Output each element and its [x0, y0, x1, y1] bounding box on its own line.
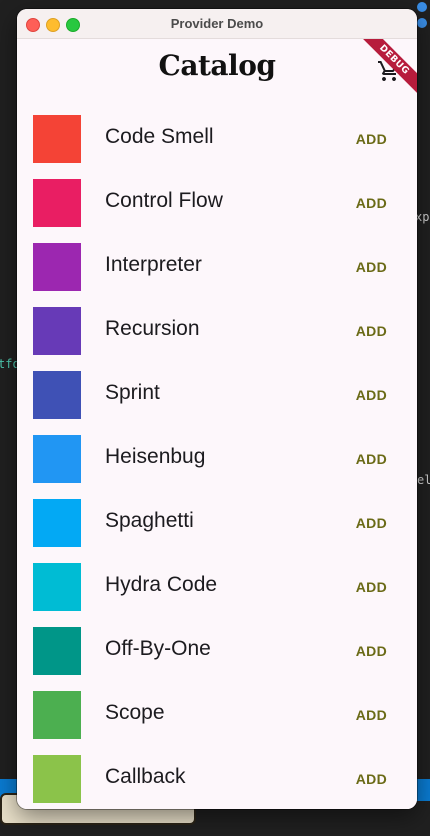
add-to-cart-button[interactable]: ADD: [348, 123, 395, 155]
background-panel-fragment: [417, 0, 430, 80]
add-to-cart-button[interactable]: ADD: [348, 635, 395, 667]
item-color-swatch: [33, 179, 81, 227]
add-to-cart-button[interactable]: ADD: [348, 443, 395, 475]
window-title: Provider Demo: [170, 16, 264, 31]
add-to-cart-button[interactable]: ADD: [348, 187, 395, 219]
item-name: Sprint: [105, 381, 160, 404]
list-item: Heisenbug ADD: [17, 435, 417, 499]
item-color-swatch: [33, 243, 81, 291]
list-item: Scope ADD: [17, 691, 417, 755]
window-titlebar[interactable]: Provider Demo: [17, 9, 417, 39]
background-status-dot: [417, 2, 427, 12]
list-item: Callback ADD: [17, 755, 417, 809]
list-item: Spaghetti ADD: [17, 499, 417, 563]
item-name: Code Smell: [105, 125, 214, 148]
item-color-swatch: [33, 371, 81, 419]
item-color-swatch: [33, 499, 81, 547]
catalog-list: Code Smell ADD Control Flow ADD Interpreter A…: [17, 115, 417, 809]
item-name: Hydra Code: [105, 573, 218, 596]
add-to-cart-button[interactable]: ADD: [348, 507, 395, 539]
item-name: Interpreter: [105, 253, 202, 276]
list-item: Off-By-One ADD: [17, 627, 417, 691]
item-name: Spaghetti: [105, 509, 194, 532]
item-name: Scope: [105, 701, 165, 724]
app-bar: Catalog: [17, 39, 417, 97]
list-item: Code Smell ADD: [17, 115, 417, 179]
item-name: Heisenbug: [105, 445, 206, 468]
add-to-cart-button[interactable]: ADD: [348, 251, 395, 283]
background-status-dot: [417, 18, 427, 28]
list-item: Hydra Code ADD: [17, 563, 417, 627]
add-to-cart-button[interactable]: ADD: [348, 379, 395, 411]
item-color-swatch: [33, 563, 81, 611]
item-name: Off-By-One: [105, 637, 211, 660]
item-name: Callback: [105, 765, 186, 788]
list-item: Interpreter ADD: [17, 243, 417, 307]
app-window: Provider Demo DEBUG Catalog Code Smell AD…: [17, 9, 417, 809]
item-color-swatch: [33, 691, 81, 739]
item-name: Control Flow: [105, 189, 223, 212]
item-color-swatch: [33, 115, 81, 163]
background-code-fragment: xp: [415, 210, 430, 224]
add-to-cart-button[interactable]: ADD: [348, 315, 395, 347]
list-item: Recursion ADD: [17, 307, 417, 371]
background-code-fragment: ele: [417, 473, 430, 487]
list-item: Control Flow ADD: [17, 179, 417, 243]
list-item: Sprint ADD: [17, 371, 417, 435]
item-color-swatch: [33, 307, 81, 355]
item-name: Recursion: [105, 317, 200, 340]
item-color-swatch: [33, 627, 81, 675]
add-to-cart-button[interactable]: ADD: [348, 763, 395, 795]
item-color-swatch: [33, 435, 81, 483]
add-to-cart-button[interactable]: ADD: [348, 699, 395, 731]
page-title: Catalog: [158, 49, 276, 82]
item-color-swatch: [33, 755, 81, 803]
catalog-screen: DEBUG Catalog Code Smell ADD Control Flow A…: [17, 39, 417, 809]
add-to-cart-button[interactable]: ADD: [348, 571, 395, 603]
